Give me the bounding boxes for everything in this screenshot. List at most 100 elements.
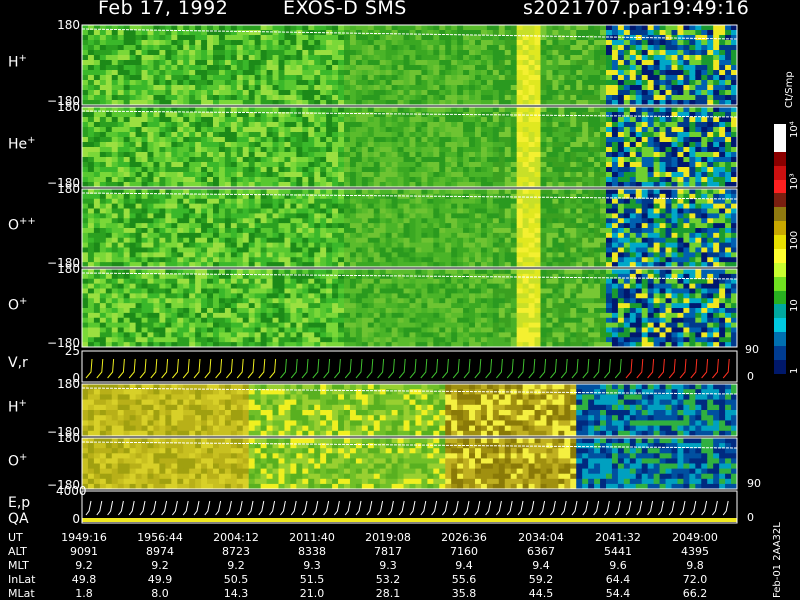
footer-cell: 8.0 <box>151 587 169 600</box>
footer-cell: 9091 <box>70 545 98 558</box>
footer-row-label: MLT <box>8 559 29 572</box>
panel-label-sup: + <box>19 296 28 307</box>
footer-cell: 53.2 <box>375 573 401 586</box>
colorbar-band <box>774 276 786 291</box>
footer-cell: 35.8 <box>451 587 477 600</box>
ytick-max-o-plus: 180 <box>57 262 80 276</box>
panel-label-sup: + <box>27 135 36 146</box>
footer-cell: 2034:04 <box>518 531 564 544</box>
rtick-top-vr: 90 <box>745 343 759 356</box>
colorbar-tick: 10 <box>789 299 800 312</box>
panel-label-h-plus-2: H+ <box>8 398 27 416</box>
footer-cell: 2049:00 <box>672 531 718 544</box>
colorbar-band <box>774 151 786 166</box>
colorbar-band <box>774 318 786 333</box>
footer-cell: 2019:08 <box>365 531 411 544</box>
footer-row-label: InLat <box>8 573 36 586</box>
footer-cell: 2011:40 <box>289 531 335 544</box>
panel-label-h-plus: H+ <box>8 53 27 71</box>
colorbar-band <box>774 248 786 263</box>
colorbar-band <box>774 304 786 319</box>
panel-label-text: H <box>8 399 19 416</box>
footer-cell: 66.2 <box>682 587 708 600</box>
panel-label-sup: + <box>18 398 27 409</box>
footer-row-label: ALT <box>8 545 27 558</box>
footer-cell: 51.5 <box>299 573 325 586</box>
footer-cell: 50.5 <box>223 573 249 586</box>
rtick-bottom-vr: 0 <box>747 370 754 383</box>
footer-cell: 9.2 <box>151 559 169 572</box>
colorbar-band <box>774 193 786 208</box>
colorbar-tick: 1 <box>789 367 800 374</box>
footer-cell: 2026:36 <box>441 531 487 544</box>
panel-label-o-plusplus: O++ <box>8 216 36 234</box>
panel-o-plusplus <box>81 188 738 268</box>
panel-o-plus <box>81 268 738 348</box>
colorbar-band <box>774 179 786 194</box>
footer-cell: 7817 <box>374 545 402 558</box>
footer-cell: 59.2 <box>528 573 554 586</box>
footer-cell: 8974 <box>146 545 174 558</box>
panel-label-ep-qa: E,p <box>8 495 30 511</box>
footer-cell: 28.1 <box>375 587 401 600</box>
ytick-min-ep-qa: 0 <box>72 512 80 526</box>
footer-cell: 8723 <box>222 545 250 558</box>
panel-label-text: V,r <box>8 354 28 371</box>
ytick-max-o-plus-2: 180 <box>57 431 80 445</box>
panel-h-plus-2 <box>81 383 738 437</box>
footer-cell: 14.3 <box>223 587 249 600</box>
footer-cell: 5441 <box>604 545 632 558</box>
footer-cell: 72.0 <box>682 573 708 586</box>
footer-side-label: Feb-01 2AA32L <box>772 522 783 598</box>
panel-label-o-plus-2: O+ <box>8 452 27 470</box>
colorbar <box>774 124 786 374</box>
colorbar-band <box>774 124 786 138</box>
footer-cell: 9.2 <box>227 559 245 572</box>
footer-cell: 44.5 <box>528 587 554 600</box>
colorbar-tick: 10⁴ <box>789 121 800 138</box>
panel-label-vr: V,r <box>8 355 28 371</box>
colorbar-band <box>774 290 786 305</box>
rtick-bottom-ep-qa: 0 <box>747 511 754 524</box>
footer-cell: 9.6 <box>609 559 627 572</box>
colorbar-band <box>774 137 786 152</box>
colorbar-unit: Ct/Smp <box>784 71 795 108</box>
footer-cell: 9.3 <box>303 559 321 572</box>
footer-cell: 9.3 <box>379 559 397 572</box>
panel-label2-ep-qa: QA <box>8 511 29 527</box>
ytick-max-ep-qa: 4000 <box>56 484 87 498</box>
rtick-bottom-o-plus-2: 90 <box>747 477 761 490</box>
footer-cell: 55.6 <box>451 573 477 586</box>
footer-cell: 9.2 <box>75 559 93 572</box>
panel-o-plus-2 <box>81 437 738 490</box>
panel-label-sup: + <box>18 53 27 64</box>
panel-h-plus <box>81 24 738 106</box>
colorbar-tick: 100 <box>789 230 800 250</box>
panel-label-text: O <box>8 453 20 470</box>
panel-label-text: H <box>8 54 19 71</box>
footer-cell: 21.0 <box>299 587 325 600</box>
panel-vr <box>81 350 738 383</box>
colorbar-tick: 10³ <box>789 173 800 190</box>
footer-cell: 6367 <box>527 545 555 558</box>
footer-cell: 54.4 <box>605 587 631 600</box>
plots-svg <box>81 24 738 524</box>
ytick-max-vr: 25 <box>64 344 80 358</box>
footer-cell: 1956:44 <box>137 531 183 544</box>
panel-ep-qa <box>81 490 738 524</box>
footer-cell: 1.8 <box>75 587 93 600</box>
footer-row-label: UT <box>8 531 23 544</box>
footer-cell: 64.4 <box>605 573 631 586</box>
panel-label-text: O <box>8 217 20 234</box>
colorbar-band <box>774 165 786 180</box>
footer-cell: 9.4 <box>455 559 473 572</box>
panel-label-sup: + <box>19 451 28 463</box>
footer-cell: 9.8 <box>686 559 704 572</box>
colorbar-band <box>774 332 786 346</box>
colorbar-band <box>774 346 786 360</box>
ytick-max-o-plusplus: 180 <box>57 182 80 196</box>
colorbar-band <box>774 207 786 222</box>
colorbar-band <box>774 359 786 374</box>
ytick-max-h-plus-2: 180 <box>57 377 80 391</box>
footer-cell: 49.8 <box>71 573 97 586</box>
